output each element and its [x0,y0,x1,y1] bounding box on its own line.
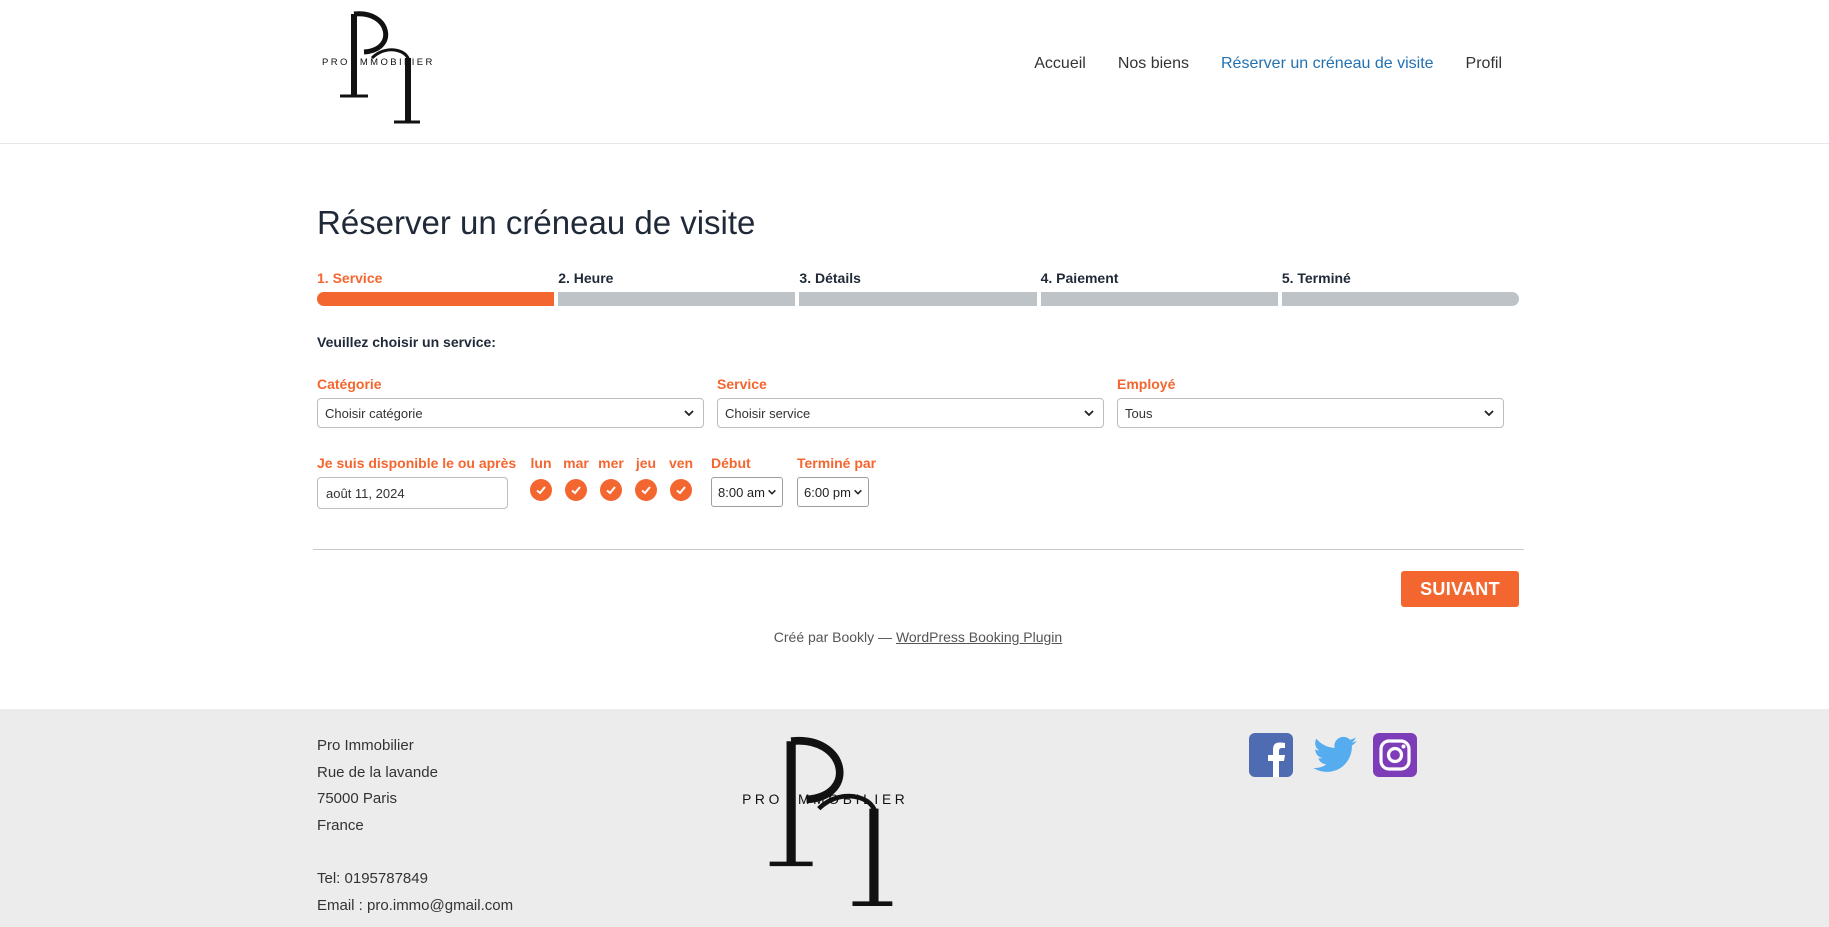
step-bar [1281,292,1520,306]
form-divider [313,549,1524,550]
step-service: 1. Service [317,270,555,306]
credit-prefix: Créé par Bookly — [773,629,896,645]
day-checkbox[interactable] [600,479,622,501]
start-time-value: 8:00 am [718,484,765,500]
employee-label: Employé [1117,376,1176,392]
category-select[interactable]: Choisir catégorie [317,398,704,428]
day-checkbox[interactable] [530,479,552,501]
category-field: Catégorie Choisir catégorie [317,376,704,428]
end-time-value: 6:00 pm [804,484,851,500]
date-label: Je suis disponible le ou après [317,455,517,471]
page-title: Réserver un créneau de visite [317,204,756,241]
check-icon [641,486,651,495]
chevron-down-icon [768,489,776,495]
plugin-credit: Créé par Bookly — WordPress Booking Plug… [317,629,1519,645]
step-bar [799,292,1037,306]
availability-row: Je suis disponible le ou après août 11, … [317,455,1017,515]
chevron-down-icon [684,410,694,417]
day-mar: mar [562,455,590,501]
start-label: Début [711,455,751,471]
step-label: 2. Heure [558,270,614,286]
check-icon [571,486,581,495]
day-jeu: jeu [632,455,660,501]
end-time-select[interactable]: 6:00 pm [797,477,869,507]
date-input[interactable]: août 11, 2024 [317,477,508,509]
chevron-down-icon [1484,410,1494,417]
step-bar [1040,292,1278,306]
nav-profil[interactable]: Profil [1466,55,1502,73]
day-lun: lun [527,455,555,501]
credit-link[interactable]: WordPress Booking Plugin [896,629,1062,645]
employee-select[interactable]: Tous [1117,398,1504,428]
service-field: Service Choisir service [717,376,1104,428]
step-termine: 5. Terminé [1281,270,1520,306]
nav-reserver[interactable]: Réserver un créneau de visite [1221,55,1434,73]
step-label: 5. Terminé [1281,270,1351,286]
day-checkbox[interactable] [565,479,587,501]
day-ven: ven [667,455,695,501]
email: Email : pro.immo@gmail.com [317,896,514,914]
site-header: PRO IMMOBILIER Accueil Nos biens Réserve… [0,0,1829,144]
svg-text:PRO IMMOBILIER: PRO IMMOBILIER [322,57,435,68]
booking-steps: 1. Service 2. Heure 3. Détails 4. Paieme… [317,270,1520,306]
end-label: Terminé par [797,455,877,471]
next-button[interactable]: SUIVANT [1401,571,1519,607]
day-checkbox[interactable] [670,479,692,501]
day-label: lun [530,455,552,471]
day-label: mar [563,455,589,471]
nav-nos-biens[interactable]: Nos biens [1118,55,1189,73]
step-details: 3. Détails [799,270,1037,306]
street: Rue de la lavande [317,763,438,781]
svg-text:PRO IMMOBILIER: PRO IMMOBILIER [742,792,908,807]
site-footer: Pro Immobilier Rue de la lavande 75000 P… [0,709,1829,927]
chevron-down-icon [854,489,862,495]
service-selectors: Catégorie Choisir catégorie Service Choi… [317,376,1519,428]
check-icon [536,486,546,495]
instagram-icon[interactable] [1373,733,1417,777]
step-label: 3. Détails [799,270,861,286]
employee-value: Tous [1125,405,1153,421]
day-label: ven [668,455,694,471]
service-select[interactable]: Choisir service [717,398,1104,428]
step-label: 4. Paiement [1040,270,1119,286]
chevron-down-icon [1084,410,1094,417]
employee-field: Employé Tous [1117,376,1504,428]
country: France [317,816,364,834]
category-label: Catégorie [317,376,382,392]
check-icon [676,486,686,495]
start-field: Début 8:00 am [711,455,783,507]
category-value: Choisir catégorie [325,405,423,421]
day-mer: mer [597,455,625,501]
phone: Tel: 0195787849 [317,870,428,887]
step-label: 1. Service [317,270,383,286]
day-label: jeu [635,455,657,471]
step-paiement: 4. Paiement [1040,270,1278,306]
city: 75000 Paris [317,790,398,807]
day-checkbox[interactable] [635,479,657,501]
facebook-icon[interactable] [1249,733,1293,777]
nav-accueil[interactable]: Accueil [1034,55,1086,73]
twitter-icon[interactable] [1311,733,1357,777]
footer-address: Pro Immobilier Rue de la lavande 75000 P… [317,733,513,919]
day-label: mer [598,455,624,471]
footer-logo: PRO IMMOBILIER [739,732,969,921]
service-label: Service [717,376,767,392]
service-prompt: Veuillez choisir un service: [317,334,496,350]
main-nav: Accueil Nos biens Réserver un créneau de… [1034,55,1502,73]
step-bar [317,292,555,306]
step-heure: 2. Heure [558,270,796,306]
date-field: Je suis disponible le ou après août 11, … [317,455,516,509]
end-field: Terminé par 6:00 pm [797,455,876,507]
social-links [1249,733,1417,777]
check-icon [606,486,616,495]
service-value: Choisir service [725,405,811,421]
start-time-select[interactable]: 8:00 am [711,477,783,507]
step-bar [558,292,796,306]
company-name: Pro Immobilier [317,737,414,754]
site-logo[interactable]: PRO IMMOBILIER [320,6,470,128]
